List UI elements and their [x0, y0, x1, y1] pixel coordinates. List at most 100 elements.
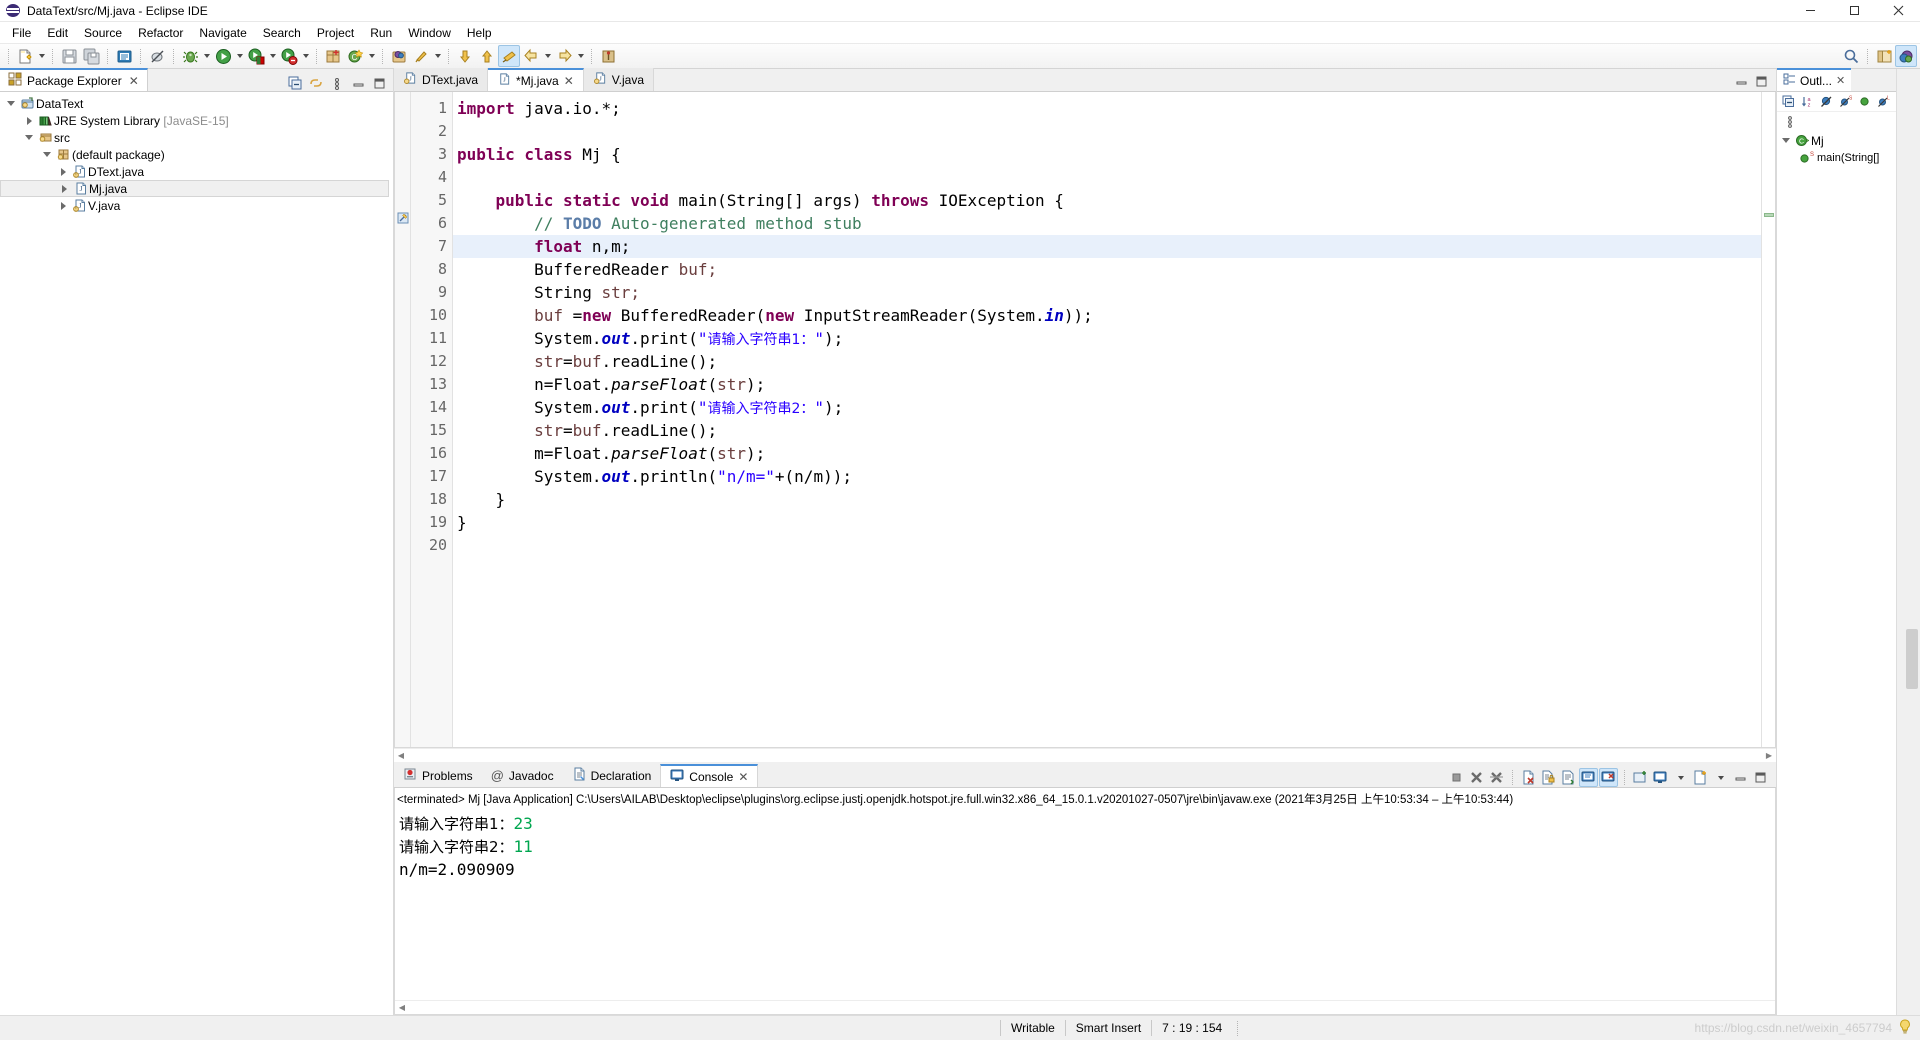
tab-outline[interactable]: Outl... ✕: [1777, 68, 1852, 91]
remove-all-terminated-icon[interactable]: [1487, 768, 1506, 787]
forward-dropdown-icon[interactable]: [575, 45, 586, 67]
close-icon[interactable]: ✕: [1836, 74, 1845, 87]
code-line-2[interactable]: [453, 120, 1761, 143]
console-text[interactable]: 请输入字符串1：23 请输入字符串2：11 n/m=2.090909: [395, 810, 1775, 1000]
terminate-icon[interactable]: [1447, 768, 1466, 787]
tab-problems[interactable]: Problems: [394, 764, 482, 787]
lightbulb-icon[interactable]: [1898, 1018, 1912, 1038]
chevron-down-icon[interactable]: [1779, 133, 1793, 149]
code-line-6[interactable]: // TODO Auto-generated method stub: [453, 212, 1761, 235]
new-wizard-dropdown-icon[interactable]: [36, 45, 47, 67]
tree-item-v-java[interactable]: J! V.java: [0, 197, 393, 214]
collapse-all-icon[interactable]: [1780, 93, 1797, 110]
scroll-right-icon[interactable]: ▶: [1762, 749, 1776, 762]
chevron-down-icon[interactable]: [40, 147, 54, 163]
open-console-dropdown-icon[interactable]: [1711, 768, 1730, 787]
menu-edit[interactable]: Edit: [39, 24, 76, 42]
menu-search[interactable]: Search: [255, 24, 309, 42]
search-icon[interactable]: [410, 45, 432, 67]
code-line-16[interactable]: m=Float.parseFloat(str);: [453, 442, 1761, 465]
pin-console-icon[interactable]: [1631, 768, 1650, 787]
display-selected-console-dropdown-icon[interactable]: [1671, 768, 1690, 787]
minimize-icon[interactable]: [1731, 768, 1750, 787]
next-annotation-icon[interactable]: [454, 45, 476, 67]
code-line-13[interactable]: n=Float.parseFloat(str);: [453, 373, 1761, 396]
tree-item-default-package[interactable]: (default package): [0, 146, 393, 163]
code-line-3[interactable]: public class Mj {: [453, 143, 1761, 166]
code-line-1[interactable]: import java.io.*;: [453, 97, 1761, 120]
search-dropdown-icon[interactable]: [432, 45, 443, 67]
tab-console[interactable]: Console ✕: [660, 764, 759, 787]
code-line-8[interactable]: BufferedReader buf;: [453, 258, 1761, 281]
tab-declaration[interactable]: Declaration: [562, 764, 661, 787]
debug-dropdown-icon[interactable]: [201, 45, 212, 67]
tree-item-datatext[interactable]: DataText: [0, 95, 393, 112]
run-dropdown-icon[interactable]: [234, 45, 245, 67]
save-all-icon[interactable]: [80, 45, 102, 67]
editor-vertical-scrollbar[interactable]: [1906, 629, 1918, 689]
console-horizontal-scrollbar[interactable]: ◀: [395, 1000, 1775, 1014]
save-icon[interactable]: [58, 45, 80, 67]
run-last-tool-icon[interactable]: [245, 45, 267, 67]
chevron-right-icon[interactable]: [22, 113, 36, 129]
menu-source[interactable]: Source: [76, 24, 130, 42]
tree-item-mj-java[interactable]: J Mj.java: [0, 180, 389, 197]
tree-item-src[interactable]: src: [0, 129, 393, 146]
menu-navigate[interactable]: Navigate: [191, 24, 254, 42]
new-java-class-icon[interactable]: C: [344, 45, 366, 67]
previous-annotation-icon[interactable]: [476, 45, 498, 67]
display-selected-console-icon[interactable]: [1651, 768, 1670, 787]
hide-fields-icon[interactable]: [1818, 93, 1835, 110]
minimize-icon[interactable]: [350, 75, 366, 91]
code-line-9[interactable]: String str;: [453, 281, 1761, 304]
view-menu-icon[interactable]: [329, 75, 345, 91]
code-line-14[interactable]: System.out.print("请输入字符串2：");: [453, 396, 1761, 419]
code-line-4[interactable]: [453, 166, 1761, 189]
scroll-lock-icon[interactable]: [1539, 768, 1558, 787]
open-console-icon[interactable]: [1691, 768, 1710, 787]
maximize-icon[interactable]: [1832, 0, 1876, 22]
scroll-left-icon[interactable]: ◀: [394, 749, 408, 762]
sort-icon[interactable]: az: [1799, 93, 1816, 110]
hide-nonpublic-icon[interactable]: [1856, 93, 1873, 110]
editor-overview-ruler[interactable]: [1761, 92, 1775, 747]
chevron-down-icon[interactable]: [4, 96, 18, 112]
close-icon[interactable]: ✕: [564, 74, 574, 88]
view-menu-icon[interactable]: [1781, 113, 1798, 130]
code-line-19[interactable]: }: [453, 511, 1761, 534]
tab-package-explorer[interactable]: Package Explorer ✕: [0, 68, 148, 91]
package-explorer-tree[interactable]: DataText JRE System Library [JavaSE-15]: [0, 92, 393, 1015]
code-line-5[interactable]: public static void main(String[] args) t…: [453, 189, 1761, 212]
forward-icon[interactable]: [553, 45, 575, 67]
collapse-all-icon[interactable]: [287, 75, 303, 91]
clear-console-icon[interactable]: [1519, 768, 1538, 787]
code-line-18[interactable]: }: [453, 488, 1761, 511]
maximize-icon[interactable]: [371, 75, 387, 91]
outline-tree[interactable]: C Mj S main(String[]: [1777, 130, 1896, 1015]
outline-item-mj[interactable]: C Mj: [1777, 132, 1896, 149]
tab-dtext-java[interactable]: J DText.java: [394, 68, 489, 91]
editor-marker-column[interactable]: [395, 92, 411, 747]
code-line-12[interactable]: str=buf.readLine();: [453, 350, 1761, 373]
minimize-icon[interactable]: [1735, 75, 1748, 91]
menu-window[interactable]: Window: [400, 24, 459, 42]
code-line-10[interactable]: buf =new BufferedReader(new InputStreamR…: [453, 304, 1761, 327]
scroll-left-icon[interactable]: ◀: [395, 1001, 409, 1014]
chevron-right-icon[interactable]: [56, 164, 70, 180]
editor-horizontal-scrollbar[interactable]: ◀ ▶: [394, 748, 1776, 762]
link-with-editor-icon[interactable]: [308, 75, 324, 91]
back-icon[interactable]: [520, 45, 542, 67]
chevron-right-icon[interactable]: [56, 198, 70, 214]
java-editor[interactable]: 1 2 3 4 5 6 7 8 9 10 11 12 13 14 15 16 1…: [394, 92, 1776, 748]
code-line-7[interactable]: float n,m;: [453, 235, 1761, 258]
menu-project[interactable]: Project: [309, 24, 362, 42]
hide-static-icon[interactable]: S: [1837, 93, 1854, 110]
pin-editor-icon[interactable]: [597, 45, 619, 67]
debug-icon[interactable]: [179, 45, 201, 67]
menu-refactor[interactable]: Refactor: [130, 24, 191, 42]
last-edit-location-icon[interactable]: [498, 45, 520, 67]
code-line-20[interactable]: [453, 534, 1761, 557]
menu-run[interactable]: Run: [362, 24, 400, 42]
code-line-15[interactable]: str=buf.readLine();: [453, 419, 1761, 442]
toggle-mark-occurrences-icon[interactable]: [146, 45, 168, 67]
